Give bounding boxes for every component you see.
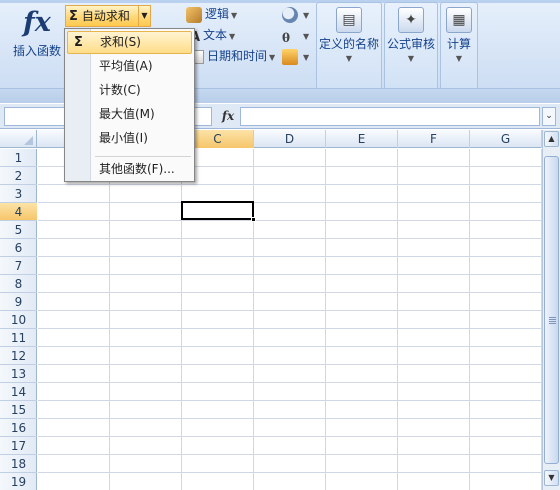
- calculation-button[interactable]: ▦ 计算 ▼: [440, 2, 478, 100]
- sigma-icon: Σ: [69, 9, 78, 24]
- row-header[interactable]: 1: [0, 149, 37, 167]
- autosum-button[interactable]: Σ 自动求和 ▼: [65, 5, 151, 27]
- math-theta-icon: θ: [282, 30, 291, 45]
- menu-item-min[interactable]: 最小值(I): [67, 127, 192, 150]
- cell-area[interactable]: [38, 149, 542, 490]
- row-header-active[interactable]: 4: [0, 203, 37, 221]
- scroll-up-arrow-icon[interactable]: ▲: [544, 131, 559, 147]
- menu-item-count[interactable]: 计数(C): [67, 79, 192, 102]
- row-header[interactable]: 14: [0, 383, 37, 401]
- row-header[interactable]: 7: [0, 257, 37, 275]
- chevron-down-icon: ▼: [455, 54, 463, 63]
- row-header[interactable]: 9: [0, 293, 37, 311]
- grip-icon: [549, 317, 556, 324]
- row-header[interactable]: 6: [0, 239, 37, 257]
- logic-icon: [186, 6, 202, 23]
- formula-audit-button[interactable]: ✦ 公式审核 ▼: [384, 2, 438, 100]
- autosum-label: 自动求和: [81, 9, 130, 23]
- more-functions-button[interactable]: ▼: [282, 46, 309, 66]
- insert-function-label: 插入函数: [12, 44, 61, 58]
- datetime-label: 日期和时间: [207, 49, 268, 63]
- menu-item-label: 其他函数(F)...: [99, 162, 175, 176]
- row-header[interactable]: 12: [0, 347, 37, 365]
- menu-separator: [95, 156, 191, 157]
- more-functions-icon: [282, 48, 298, 65]
- column-header-F[interactable]: F: [398, 130, 470, 148]
- math-button[interactable]: θ ▼: [282, 25, 309, 45]
- row-header[interactable]: 16: [0, 419, 37, 437]
- chevron-down-icon: ▼: [231, 11, 238, 20]
- scroll-down-arrow-icon[interactable]: ▼: [544, 470, 559, 486]
- row-header[interactable]: 8: [0, 275, 37, 293]
- calculation-label: 计算: [446, 37, 471, 51]
- calculator-icon: ▦: [446, 7, 472, 33]
- row-header[interactable]: 19: [0, 473, 37, 490]
- insert-function-button[interactable]: fx 插入函数: [8, 6, 66, 86]
- expand-formula-bar-button[interactable]: ⌄: [542, 107, 556, 126]
- menu-item-sum[interactable]: Σ 求和(S): [67, 31, 192, 54]
- lookup-icon: [282, 6, 298, 23]
- fx-icon: fx: [23, 7, 51, 38]
- defined-names-label: 定义的名称: [318, 37, 379, 51]
- menu-item-label: 平均值(A): [99, 59, 153, 73]
- formula-input[interactable]: [240, 107, 540, 126]
- chevron-down-icon: ▼: [303, 32, 310, 41]
- row-header[interactable]: 3: [0, 185, 37, 203]
- scrollbar-thumb[interactable]: [544, 156, 559, 464]
- menu-item-label: 求和(S): [100, 35, 141, 49]
- fill-handle[interactable]: [251, 217, 256, 222]
- name-manager-icon: ▤: [336, 7, 362, 33]
- row-header[interactable]: 10: [0, 311, 37, 329]
- row-header[interactable]: 17: [0, 437, 37, 455]
- insert-function-fx-button[interactable]: fx: [218, 107, 238, 126]
- defined-names-button[interactable]: ▤ 定义的名称 ▼: [316, 2, 382, 100]
- formula-audit-label: 公式审核: [386, 37, 435, 51]
- autosum-dropdown-arrow[interactable]: ▼: [138, 6, 150, 26]
- menu-item-more-functions[interactable]: 其他函数(F)...: [67, 158, 192, 181]
- select-all-corner[interactable]: [0, 130, 37, 148]
- chevron-down-icon: ▼: [303, 53, 310, 62]
- lookup-button[interactable]: ▼: [282, 4, 309, 24]
- column-header-G[interactable]: G: [470, 130, 542, 148]
- row-header[interactable]: 11: [0, 329, 37, 347]
- autosum-dropdown-menu: Σ 求和(S) 平均值(A) 计数(C) 最大值(M) 最小值(I) 其他函数(F…: [64, 28, 195, 182]
- text-label: 文本: [203, 28, 228, 42]
- datetime-button[interactable]: 日期和时间 ▼: [190, 46, 275, 66]
- row-header[interactable]: 15: [0, 401, 37, 419]
- menu-item-label: 最小值(I): [99, 131, 148, 145]
- chevron-down-icon: ▼: [303, 11, 310, 20]
- row-header[interactable]: 5: [0, 221, 37, 239]
- text-button[interactable]: A 文本 ▼: [190, 25, 235, 45]
- chevron-down-icon: ▼: [269, 53, 276, 62]
- chevron-down-icon: ▼: [407, 54, 415, 63]
- logic-button[interactable]: 逻辑 ▼: [186, 4, 237, 24]
- menu-item-max[interactable]: 最大值(M): [67, 103, 192, 126]
- column-header-E[interactable]: E: [326, 130, 398, 148]
- menu-item-label: 计数(C): [99, 83, 141, 97]
- column-header-D[interactable]: D: [254, 130, 326, 148]
- active-cell-C4[interactable]: [181, 201, 254, 220]
- chevron-down-icon: ▼: [229, 32, 236, 41]
- row-header[interactable]: 2: [0, 167, 37, 185]
- row-headers: 1 2 3 4 5 6 7 8 9 10 11 12 13 14 15 16 1…: [0, 149, 37, 490]
- worksheet-grid: C D E F G 1 2 3 4 5 6 7 8 9 10 11 12 13 …: [0, 130, 542, 490]
- formula-audit-icon: ✦: [398, 7, 424, 33]
- vertical-scrollbar[interactable]: ▲ ▼: [542, 130, 560, 490]
- row-header[interactable]: 13: [0, 365, 37, 383]
- sigma-icon: Σ: [74, 35, 83, 50]
- row-header[interactable]: 18: [0, 455, 37, 473]
- logic-label: 逻辑: [205, 7, 230, 21]
- chevron-down-icon: ▼: [345, 54, 353, 63]
- menu-item-average[interactable]: 平均值(A): [67, 55, 192, 78]
- menu-item-label: 最大值(M): [99, 107, 155, 121]
